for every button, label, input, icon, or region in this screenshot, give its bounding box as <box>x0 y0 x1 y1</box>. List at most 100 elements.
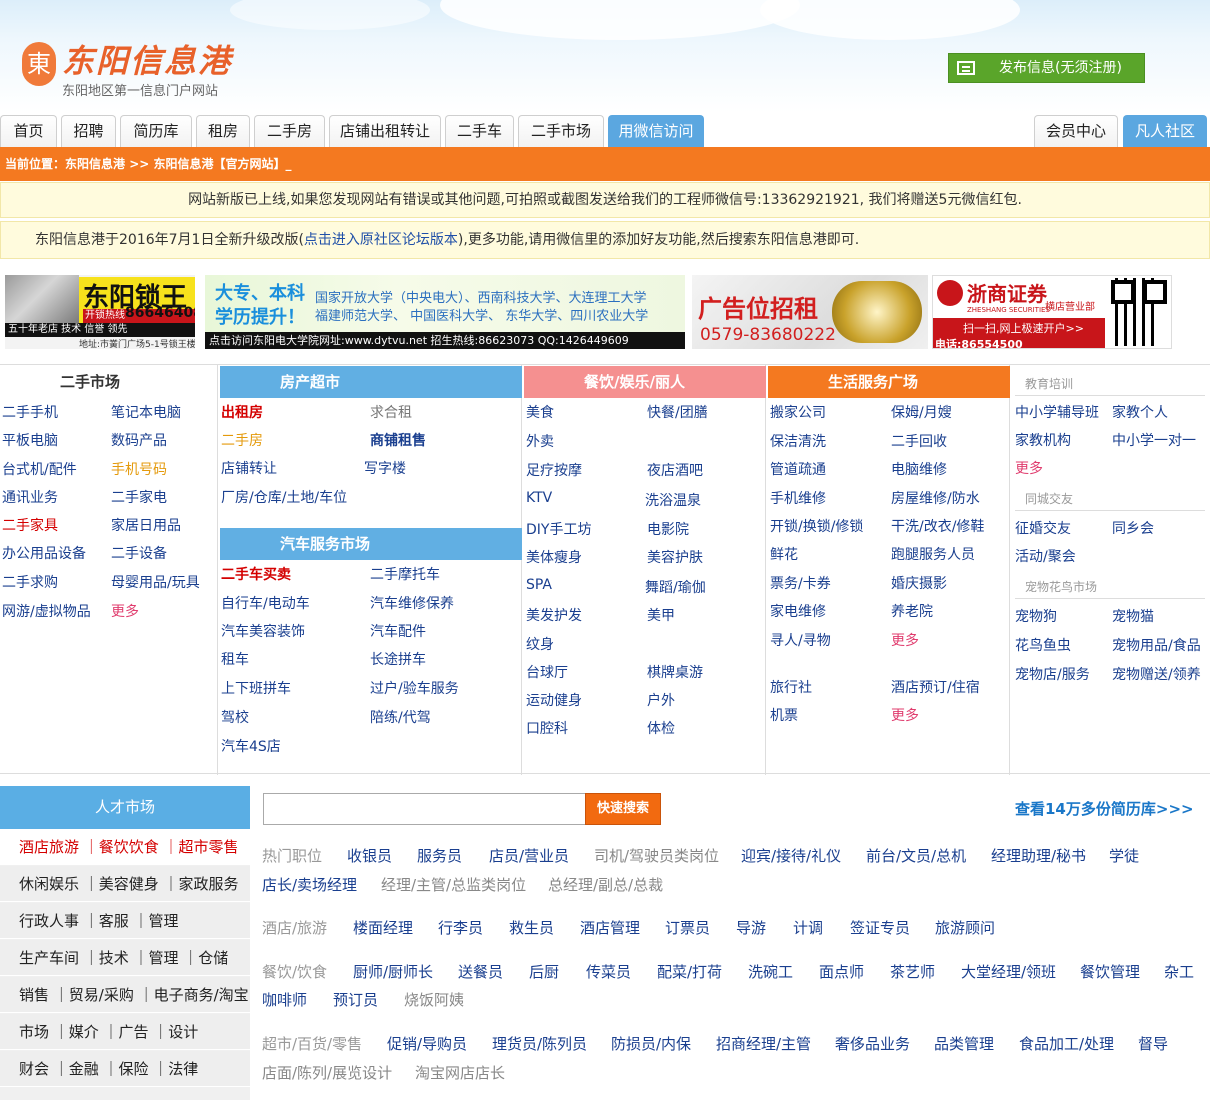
category-link[interactable]: 外卖 <box>526 431 554 451</box>
category-link[interactable]: 宠物赠送/领养 <box>1112 664 1201 684</box>
category-link[interactable]: 酒店预订/住宿 <box>891 677 980 697</box>
category-link[interactable]: 汽车维修保养 <box>370 593 454 613</box>
category-link[interactable]: 宠物狗 <box>1015 606 1057 626</box>
category-link[interactable]: 过户/验车服务 <box>370 678 459 698</box>
category-link[interactable]: 办公用品设备 <box>2 543 86 563</box>
category-link[interactable]: 美食 <box>526 402 554 422</box>
category-link[interactable]: 电脑维修 <box>891 459 947 479</box>
category-link[interactable]: 网游/虚拟物品 <box>2 601 91 621</box>
talent-category-row[interactable]: 生产车间 ｜技术 ｜管理 ｜仓储 <box>0 940 250 976</box>
category-link[interactable]: 自行车/电动车 <box>221 593 310 613</box>
job-link[interactable]: 洗碗工 <box>748 961 793 982</box>
job-link[interactable]: 酒店管理 <box>580 917 640 938</box>
category-link[interactable]: 机票 <box>770 705 798 725</box>
job-link[interactable]: 前台/文员/总机 <box>866 845 966 866</box>
category-link[interactable]: 二手家具 <box>2 515 58 535</box>
job-link[interactable]: 店面/陈列/展览设计 <box>262 1062 392 1083</box>
job-link[interactable]: 订票员 <box>665 917 710 938</box>
talent-category-row[interactable]: 行政人事 ｜客服 ｜管理 <box>0 903 250 939</box>
tab-secondhand-house[interactable]: 二手房 <box>254 115 325 147</box>
post-info-button[interactable]: 发布信息(无须注册) <box>948 53 1145 83</box>
job-link[interactable]: 配菜/打荷 <box>657 961 722 982</box>
category-link[interactable]: 出租房 <box>221 402 263 422</box>
category-link[interactable]: 通讯业务 <box>2 487 58 507</box>
job-link[interactable]: 送餐员 <box>458 961 503 982</box>
category-link[interactable]: 台球厅 <box>526 662 568 682</box>
category-link[interactable]: 笔记本电脑 <box>111 402 181 422</box>
category-link[interactable]: 宠物用品/食品 <box>1112 635 1201 655</box>
category-link[interactable]: 保洁清洗 <box>770 431 826 451</box>
talent-category-row[interactable]: 酒店旅游 ｜餐饮饮食 ｜超市零售 <box>0 829 250 865</box>
category-link[interactable]: 纹身 <box>526 634 554 654</box>
category-link[interactable]: 体检 <box>647 718 675 738</box>
category-link[interactable]: 家电维修 <box>770 601 826 621</box>
category-link[interactable]: 家居日用品 <box>111 515 181 535</box>
category-link[interactable]: 房屋维修/防水 <box>891 488 980 508</box>
category-link[interactable]: 票务/卡券 <box>770 573 831 593</box>
talent-category-row[interactable]: 财会 ｜金融 ｜保险 ｜法律 <box>0 1051 250 1087</box>
category-link[interactable]: 数码产品 <box>111 430 167 450</box>
category-link[interactable]: 开锁/换锁/修锁 <box>770 516 863 536</box>
talent-category-row[interactable]: 休闲娱乐 ｜美容健身 ｜家政服务 <box>0 866 250 902</box>
category-link[interactable]: 户外 <box>647 690 675 710</box>
category-link[interactable]: 宠物店/服务 <box>1015 664 1090 684</box>
category-link[interactable]: 养老院 <box>891 601 933 621</box>
category-link[interactable]: 驾校 <box>221 707 249 727</box>
breadcrumb-path[interactable]: 东阳信息港 >> 东阳信息港【官方网站】_ <box>65 157 291 171</box>
category-link[interactable]: 快餐/团膳 <box>647 402 708 422</box>
job-link[interactable]: 导游 <box>736 917 766 938</box>
tab-secondhand-market[interactable]: 二手市场 <box>518 115 604 147</box>
category-link[interactable]: 二手求购 <box>2 572 58 592</box>
category-link[interactable]: 中小学一对一 <box>1112 430 1196 450</box>
category-link[interactable]: 二手手机 <box>2 402 58 422</box>
category-link[interactable]: DIY手工坊 <box>526 519 591 539</box>
talent-category-row[interactable]: 销售 ｜贸易/采购 ｜电子商务/淘宝 <box>0 977 250 1013</box>
job-link[interactable]: 面点师 <box>819 961 864 982</box>
category-link[interactable]: 汽车配件 <box>370 621 426 641</box>
more-link[interactable]: 更多 <box>891 705 919 725</box>
category-link[interactable]: 干洗/改衣/修鞋 <box>891 516 984 536</box>
category-link[interactable]: 舞蹈/瑜伽 <box>645 577 706 597</box>
category-link[interactable]: 手机号码 <box>111 459 167 479</box>
resume-library-link[interactable]: 查看14万多份简历库>>> <box>1015 798 1194 819</box>
category-link[interactable]: 家教机构 <box>1015 430 1071 450</box>
tab-member-center[interactable]: 会员中心 <box>1034 115 1118 147</box>
job-link[interactable]: 计调 <box>793 917 823 938</box>
job-link[interactable]: 理货员/陈列员 <box>492 1033 587 1054</box>
category-link[interactable]: 上下班拼车 <box>221 678 291 698</box>
category-link[interactable]: 厂房/仓库/土地/车位 <box>221 487 347 507</box>
category-link[interactable]: 鲜花 <box>770 544 798 564</box>
category-link[interactable]: 汽车美容装饰 <box>221 621 305 641</box>
job-link[interactable]: 促销/导购员 <box>387 1033 467 1054</box>
job-link[interactable]: 餐饮管理 <box>1080 961 1140 982</box>
category-link[interactable]: 商铺租售 <box>370 430 426 450</box>
job-link[interactable]: 旅游顾问 <box>935 917 995 938</box>
job-link[interactable]: 签证专员 <box>850 917 910 938</box>
job-link[interactable]: 预订员 <box>333 989 378 1010</box>
category-link[interactable]: 美容护肤 <box>647 547 703 567</box>
category-link[interactable]: 跑腿服务人员 <box>891 544 975 564</box>
job-link[interactable]: 服务员 <box>417 845 462 866</box>
job-link[interactable]: 店员/营业员 <box>489 845 569 866</box>
category-link[interactable]: 美体瘦身 <box>526 547 582 567</box>
job-link[interactable]: 店长/卖场经理 <box>262 874 357 895</box>
job-link[interactable]: 救生员 <box>509 917 554 938</box>
quick-search-button[interactable]: 快速搜索 <box>585 793 661 825</box>
job-link[interactable]: 招商经理/主管 <box>716 1033 811 1054</box>
category-link[interactable]: 花鸟鱼虫 <box>1015 635 1071 655</box>
job-link[interactable]: 督导 <box>1138 1033 1168 1054</box>
site-logo[interactable]: 東 东阳信息港 东阳地区第一信息门户网站 <box>20 36 240 99</box>
banner-lock-king[interactable]: 东阳锁王 开锁热线 86646408 五十年老店 技术 信誉 领先 地址:市黉门… <box>5 275 195 349</box>
category-link[interactable]: 中小学辅导班 <box>1015 402 1099 422</box>
category-link[interactable]: 旅行社 <box>770 677 812 697</box>
tab-home[interactable]: 首页 <box>0 115 57 147</box>
category-link[interactable]: 管道疏通 <box>770 459 826 479</box>
category-link[interactable]: 母婴用品/玩具 <box>111 572 200 592</box>
tab-rent[interactable]: 租房 <box>196 115 250 147</box>
category-link[interactable]: 同乡会 <box>1112 518 1154 538</box>
category-link[interactable]: 台式机/配件 <box>2 459 77 479</box>
category-link[interactable]: 手机维修 <box>770 488 826 508</box>
job-link[interactable]: 后厨 <box>529 961 559 982</box>
job-link[interactable]: 奢侈品业务 <box>835 1033 910 1054</box>
category-link[interactable]: 写字楼 <box>364 458 406 478</box>
